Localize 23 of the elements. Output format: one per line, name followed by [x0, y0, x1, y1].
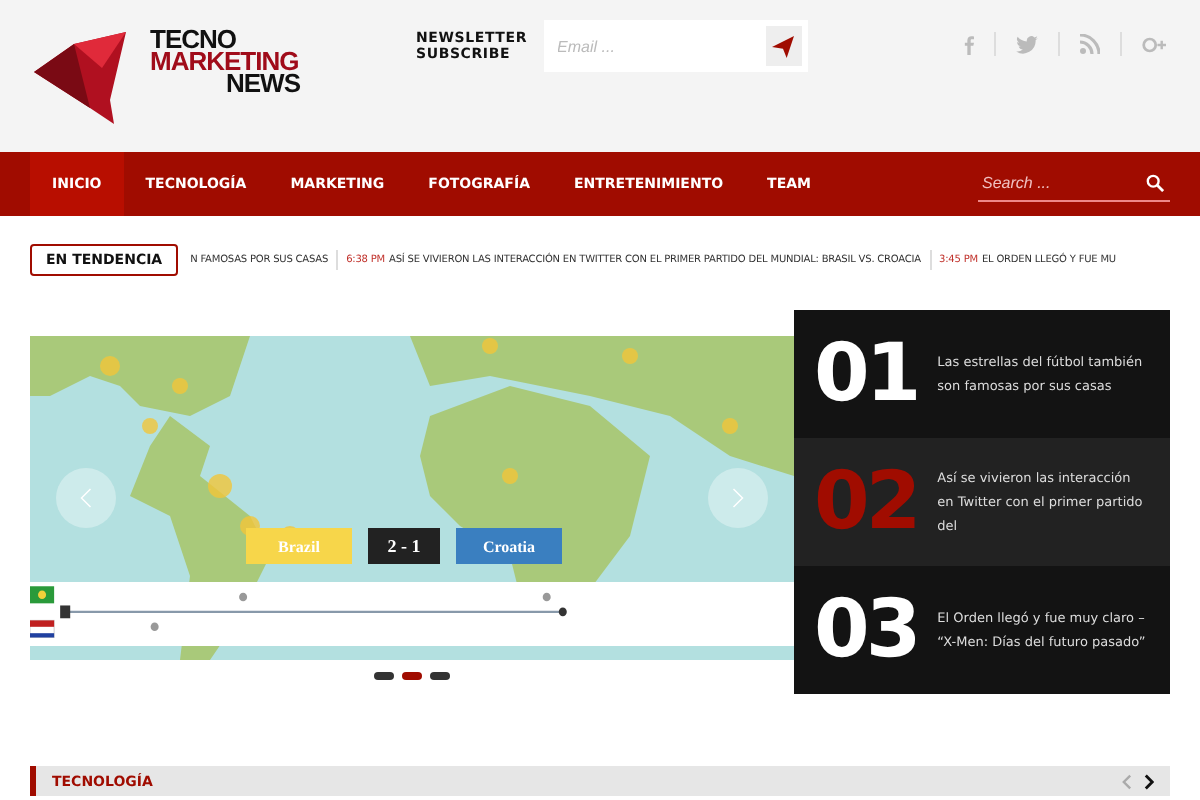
match-score: 2 - 1	[368, 528, 440, 564]
search-icon[interactable]	[1146, 174, 1164, 192]
google-plus-icon[interactable]	[1142, 35, 1166, 53]
featured-number: 02	[814, 456, 918, 548]
email-field[interactable]: Email ...	[543, 20, 808, 72]
next-slide-button[interactable]	[708, 468, 768, 528]
search-input[interactable]: Search ...	[978, 174, 1146, 192]
chevron-left-icon[interactable]	[1122, 773, 1132, 789]
previous-slide-button[interactable]	[56, 468, 116, 528]
twitter-icon[interactable]	[1016, 35, 1038, 53]
away-team-label: Croatia	[456, 528, 562, 564]
send-button[interactable]	[765, 26, 802, 66]
paper-plane-icon	[772, 35, 795, 57]
featured-number: 01	[814, 328, 918, 420]
chevron-right-icon[interactable]	[1144, 773, 1154, 789]
rss-icon[interactable]	[1080, 34, 1100, 54]
featured-number: 03	[814, 584, 918, 676]
home-team-label: Brazil	[246, 528, 352, 564]
logo-text[interactable]: TECNO MARKETING NEWS	[150, 28, 300, 94]
chevron-right-icon	[732, 486, 744, 510]
facebook-icon[interactable]	[964, 33, 974, 55]
chevron-left-icon	[80, 486, 92, 510]
search-field[interactable]: Search ...	[978, 167, 1170, 201]
